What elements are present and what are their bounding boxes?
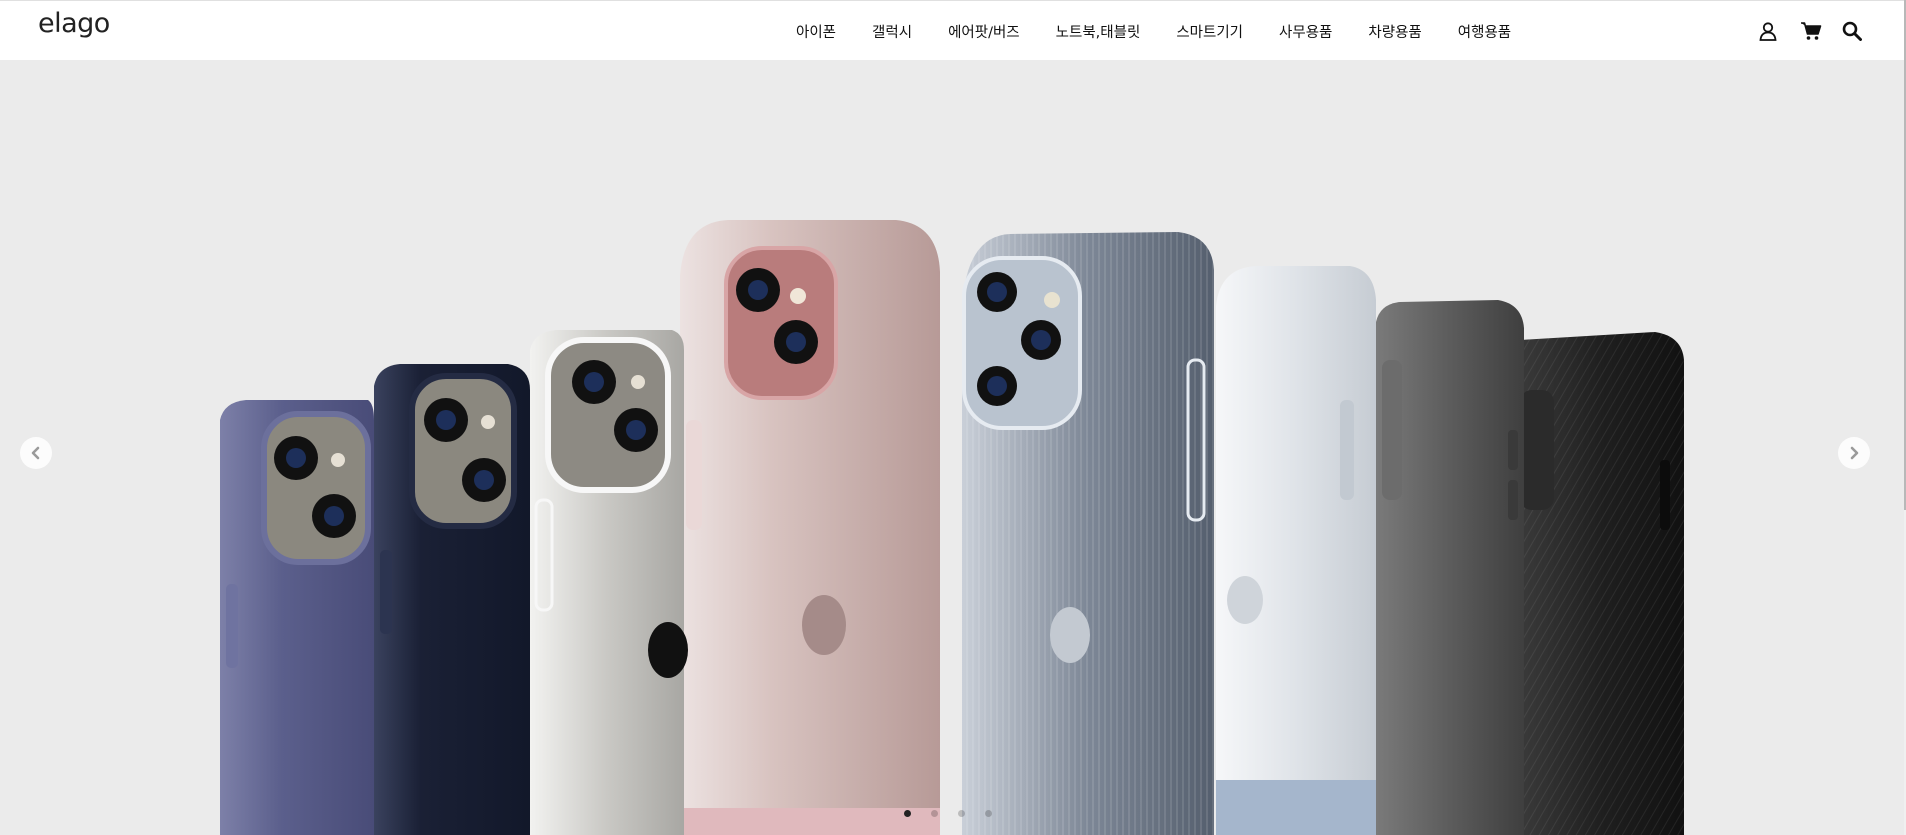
cart-icon[interactable] — [1800, 21, 1822, 41]
user-icon[interactable] — [1758, 21, 1778, 41]
header-actions — [1758, 21, 1862, 41]
carousel-next-button[interactable] — [1838, 437, 1870, 469]
chevron-left-icon — [31, 446, 40, 460]
carousel-prev-button[interactable] — [20, 437, 52, 469]
nav-item-smart-devices[interactable]: 스마트기기 — [1176, 21, 1243, 42]
nav-item-galaxy[interactable]: 갤럭시 — [872, 21, 912, 42]
search-icon[interactable] — [1842, 21, 1862, 41]
brand-logo[interactable]: elago — [38, 8, 110, 39]
main-nav: 아이폰 갤럭시 에어팟/버즈 노트북,태블릿 스마트기기 사무용품 차량용품 여… — [796, 1, 1547, 61]
hero-banner — [0, 60, 1904, 835]
carousel-dot-3[interactable] — [958, 810, 965, 817]
chevron-right-icon — [1850, 446, 1859, 460]
carousel-pagination — [904, 810, 992, 817]
site-header: elago 아이폰 갤럭시 에어팟/버즈 노트북,태블릿 스마트기기 사무용품 … — [0, 0, 1906, 60]
hero-product-image — [220, 220, 1684, 835]
nav-item-iphone[interactable]: 아이폰 — [796, 21, 836, 42]
carousel-dot-1[interactable] — [904, 810, 911, 817]
nav-item-airpods-buds[interactable]: 에어팟/버즈 — [948, 21, 1020, 42]
carousel-dot-4[interactable] — [985, 810, 992, 817]
nav-item-travel[interactable]: 여행용품 — [1458, 21, 1511, 42]
nav-item-laptop-tablet[interactable]: 노트북,태블릿 — [1056, 21, 1141, 42]
carousel-dot-2[interactable] — [931, 810, 938, 817]
nav-item-car[interactable]: 차량용품 — [1368, 21, 1421, 42]
nav-item-office[interactable]: 사무용품 — [1279, 21, 1332, 42]
